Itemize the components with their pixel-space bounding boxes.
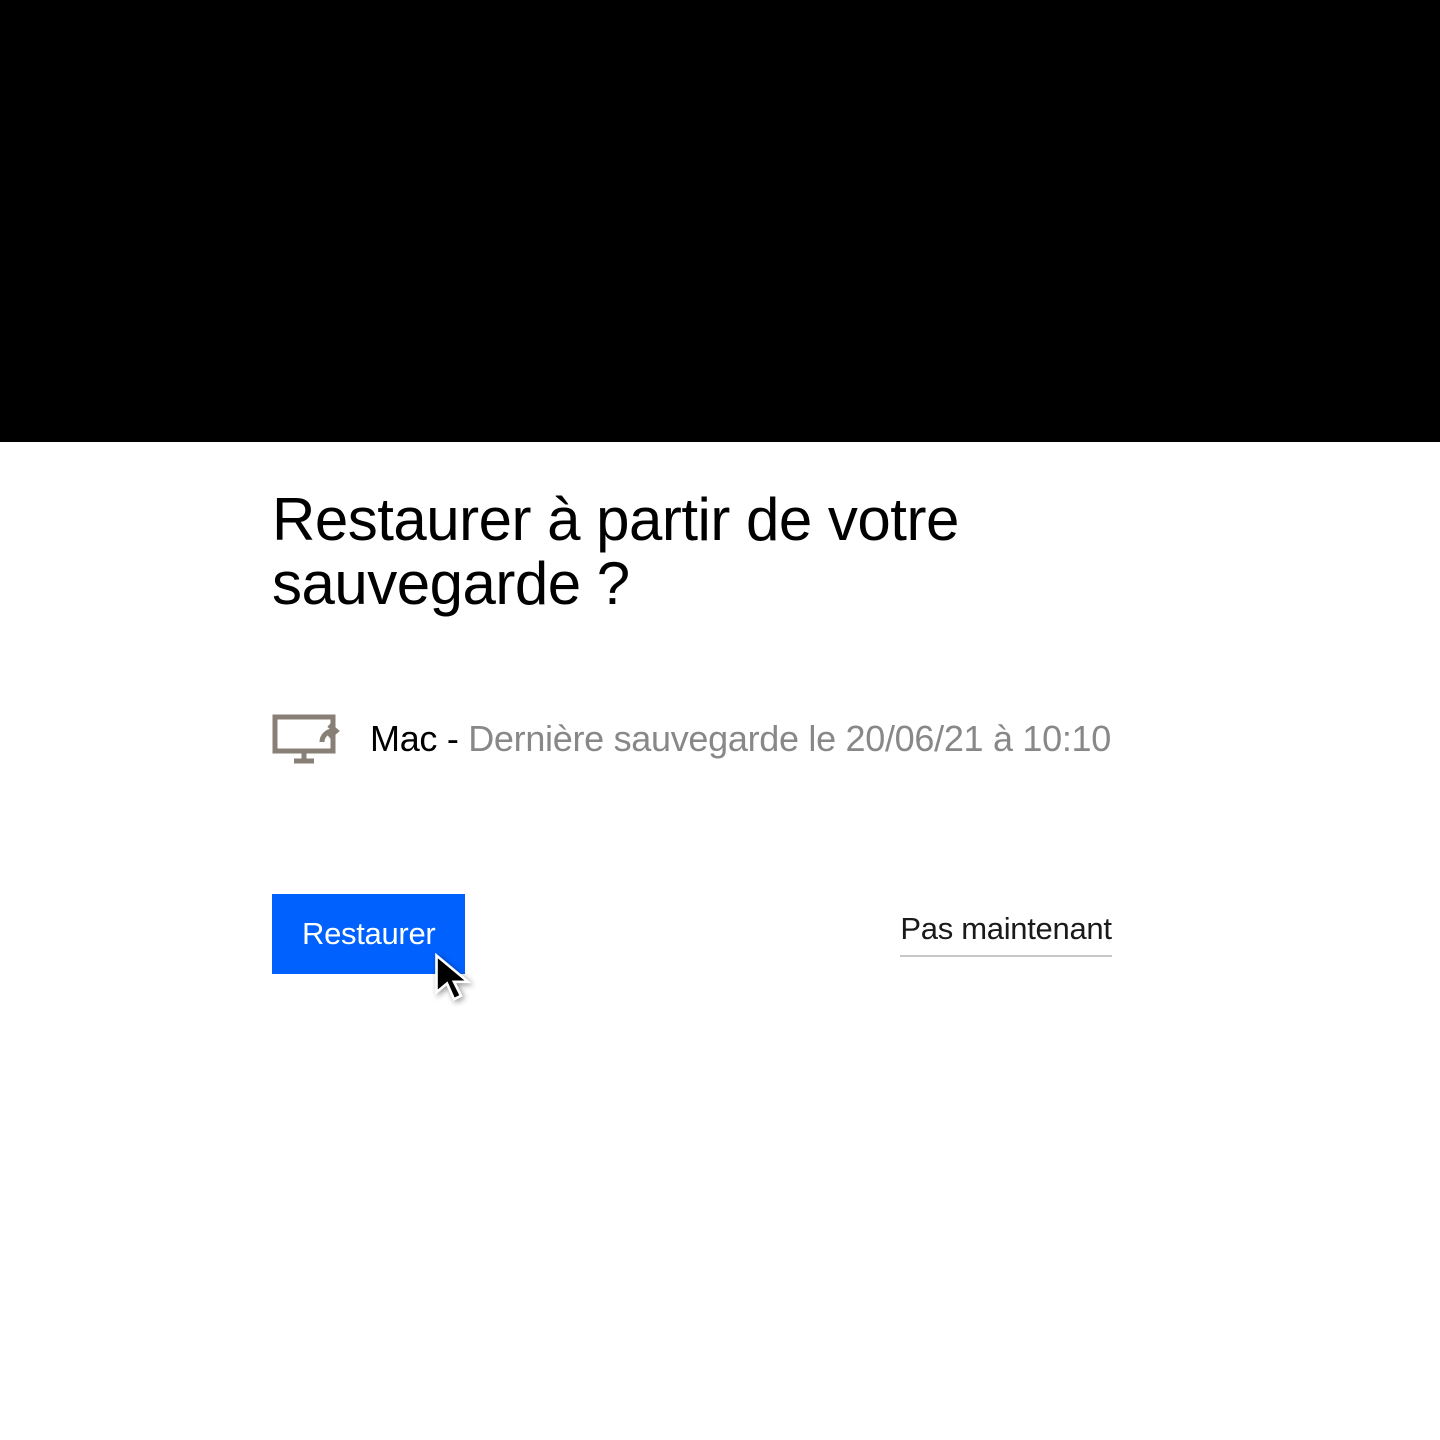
backup-info-row: Mac - Dernière sauvegarde le 20/06/21 à … <box>272 714 1440 764</box>
not-now-button[interactable]: Pas maintenant <box>900 911 1111 957</box>
letterbox-bar <box>0 0 1440 442</box>
last-backup-label: Dernière sauvegarde le 20/06/21 à 10:10 <box>468 718 1111 759</box>
device-name-label: Mac <box>370 718 437 759</box>
restore-dialog-content: Restaurer à partir de votre sauvegarde ?… <box>0 442 1440 974</box>
separator-label: - <box>437 718 468 759</box>
restore-monitor-icon <box>272 714 342 764</box>
backup-info-text: Mac - Dernière sauvegarde le 20/06/21 à … <box>370 718 1111 760</box>
button-row: Restaurer Pas maintenant <box>272 894 1440 974</box>
dialog-heading: Restaurer à partir de votre sauvegarde ? <box>272 488 1172 616</box>
restore-button[interactable]: Restaurer <box>272 894 465 974</box>
